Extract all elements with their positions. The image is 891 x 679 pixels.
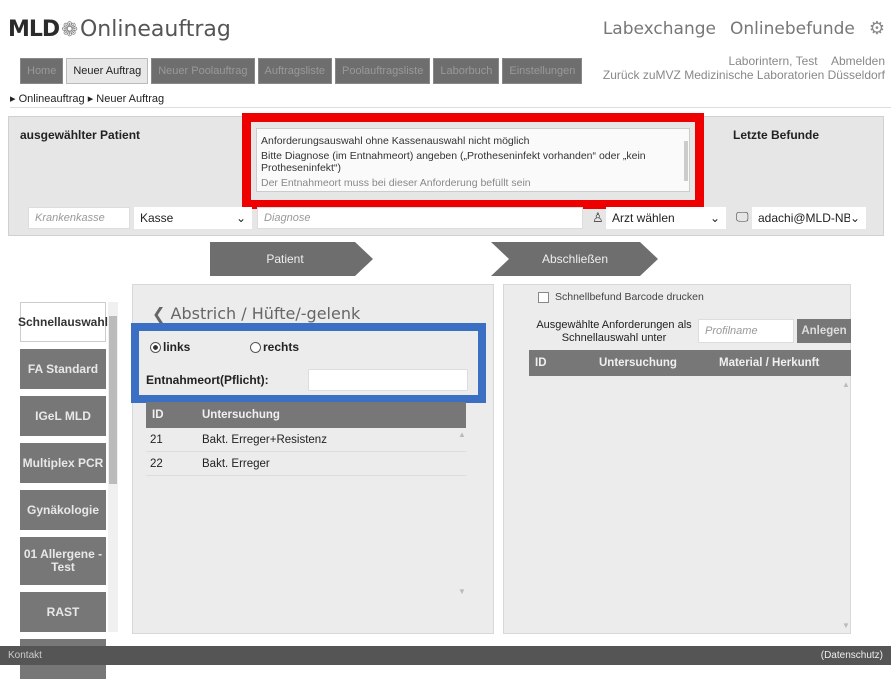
tab-laborbuch[interactable]: Laborbuch (433, 58, 500, 84)
logo-mld: MLD (8, 16, 60, 42)
sidebar-scroll-thumb[interactable] (109, 316, 117, 484)
chevron-down-icon: ⌄ (235, 211, 246, 225)
col-id: ID (535, 357, 547, 369)
kasse-select[interactable]: Kasse ⌄ (134, 207, 252, 229)
tab-poolauftragsliste[interactable]: Poolauftragsliste (335, 58, 431, 84)
tab-neuer-auftrag[interactable]: Neuer Auftrag (66, 58, 149, 84)
contact-link[interactable]: Kontakt (8, 650, 42, 661)
breadcrumb-item-onlineauftrag[interactable]: Onlineauftrag (19, 93, 85, 105)
selected-patient-label: ausgewählter Patient (20, 128, 141, 142)
app-title: Onlineauftrag (79, 16, 231, 42)
col-id: ID (152, 409, 164, 421)
tab-neuer-poolauftrag[interactable]: Neuer Poolauftrag (151, 58, 255, 84)
scroll-down-icon[interactable]: ▼ (842, 621, 850, 630)
arzt-select[interactable]: Arzt wählen ⌄ (606, 207, 726, 229)
table-row[interactable]: 21 Bakt. Erreger+Resistenz (146, 428, 466, 452)
diagnose-input[interactable]: Diagnose (257, 207, 583, 229)
sidebar-item-multiplex-pcr[interactable]: Multiplex PCR (20, 443, 106, 483)
col-untersuchung: Untersuchung (599, 357, 677, 369)
sidebar-item-schnellauswahl[interactable]: Schnellauswahl (18, 302, 108, 342)
progress-steps: Patient Abschließen (210, 242, 658, 276)
barcode-checkbox-row[interactable]: Schnellbefund Barcode drucken (538, 291, 704, 303)
step-finish[interactable]: Abschließen (505, 242, 645, 276)
sidebar: Schnellauswahl FA Standard IGeL MLD Mult… (18, 302, 118, 679)
step-patient[interactable]: Patient (210, 242, 360, 276)
onlinebefunde-link[interactable]: Onlinebefunde (730, 19, 855, 39)
row-name: Bakt. Erreger (202, 457, 270, 470)
doctor-icon: ♙ (592, 210, 604, 225)
barcode-checkbox-label: Schnellbefund Barcode drucken (555, 291, 704, 303)
scroll-up-icon[interactable]: ▲ (842, 380, 850, 389)
tab-einstellungen[interactable]: Einstellungen (502, 58, 583, 84)
profile-name-input[interactable]: Profilname (698, 319, 794, 343)
row-name: Bakt. Erreger+Resistenz (202, 433, 327, 446)
save-as-quickselect-label: Ausgewählte Anforderungen als Schnellaus… (536, 319, 692, 344)
row-id: 22 (150, 457, 163, 470)
table-header: ID Untersuchung (146, 402, 466, 428)
printer-select-value: adachi@MLD-NB-AI (758, 211, 850, 225)
privacy-link[interactable]: (Datenschutz) (821, 650, 883, 661)
last-results-label: Letzte Befunde (733, 128, 820, 142)
breadcrumb-item-neuer-auftrag: Neuer Auftrag (96, 93, 165, 105)
scroll-up-icon[interactable]: ▲ (458, 430, 466, 439)
sidebar-item-gynaekologie[interactable]: Gynäkologie (20, 490, 106, 530)
logout-link[interactable]: Abmelden (831, 54, 885, 68)
row-id: 21 (150, 433, 163, 446)
back-link[interactable]: Zurück zuMVZ Medizinische Laboratorien D… (603, 68, 885, 82)
chevron-down-icon: ⌄ (709, 211, 720, 225)
category-title: Abstrich / Hüfte/-gelenk (170, 304, 361, 323)
selected-table-scrollbar[interactable]: ▲ ▼ (842, 380, 850, 632)
alert-highlight-frame (242, 113, 704, 209)
top-links: Labexchange Onlinebefunde ⚙ (603, 18, 885, 39)
sidebar-item-rast[interactable]: RAST (20, 592, 106, 632)
flower-logo-icon: ❁ (61, 18, 78, 41)
sidebar-item-allergene-test[interactable]: 01 Allergene - Test (20, 537, 106, 585)
col-material: Material / Herkunft (719, 357, 820, 369)
logo: MLD ❁ Onlineauftrag (8, 12, 231, 46)
col-untersuchung: Untersuchung (202, 409, 280, 421)
tab-home[interactable]: Home (20, 58, 64, 84)
krankenkasse-input[interactable]: Krankenkasse (28, 207, 130, 229)
user-info: Laborintern, Test Abmelden Zurück zuMVZ … (603, 54, 885, 82)
chevron-left-icon: ❮ (152, 304, 166, 323)
requirements-table: ID Untersuchung 21 Bakt. Erreger+Resiste… (146, 402, 466, 476)
gear-icon[interactable]: ⚙ (869, 18, 885, 39)
checkbox-icon[interactable] (538, 291, 549, 303)
main-nav: Home Neuer Auftrag Neuer Poolauftrag Auf… (20, 58, 583, 84)
tab-auftragsliste[interactable]: Auftragsliste (257, 58, 333, 84)
kasse-select-value: Kasse (140, 211, 174, 225)
arzt-select-value: Arzt wählen (612, 211, 675, 225)
selected-table-header: ID Untersuchung Material / Herkunft (529, 350, 851, 376)
create-profile-button[interactable]: Anlegen (797, 319, 851, 343)
category-back-title[interactable]: ❮ Abstrich / Hüfte/-gelenk (152, 304, 360, 323)
sidebar-item-fa-standard[interactable]: FA Standard (20, 349, 106, 389)
labexchange-link[interactable]: Labexchange (603, 19, 716, 39)
breadcrumb-arrow-icon: ▸ (10, 93, 19, 105)
chevron-down-icon: ⌄ (849, 211, 860, 225)
sidebar-item-igel-mld[interactable]: IGeL MLD (20, 396, 106, 436)
table-row[interactable]: 22 Bakt. Erreger (146, 452, 466, 476)
footer: Kontakt (Datenschutz) (0, 646, 891, 665)
breadcrumb: ▸ Onlineauftrag ▸ Neuer Auftrag (10, 88, 891, 108)
table-scrollbar[interactable]: ▲ ▼ (458, 430, 466, 600)
monitor-icon: 🖵 (736, 209, 749, 224)
breadcrumb-arrow-icon: ▸ (87, 93, 97, 105)
printer-select[interactable]: adachi@MLD-NB-AI ⌄ (752, 207, 866, 229)
user-name: Laborintern, Test (728, 54, 818, 68)
scroll-down-icon[interactable]: ▼ (458, 587, 466, 596)
side-selection-highlight-frame (131, 323, 486, 403)
